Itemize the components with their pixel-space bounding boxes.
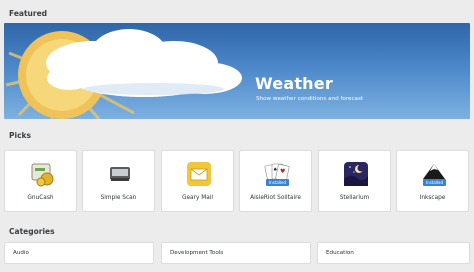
- pick-label: Inkscape: [419, 195, 446, 201]
- featured-subtitle: Show weather conditions and forecast: [256, 96, 364, 102]
- stellarium-icon: [344, 162, 368, 186]
- featured-banner[interactable]: Weather Show weather conditions and fore…: [4, 23, 470, 119]
- svg-text:♥: ♥: [280, 168, 285, 175]
- picks-heading: Picks: [9, 131, 31, 140]
- pick-label: GnuCash: [27, 195, 54, 201]
- pick-tile-simple-scan[interactable]: Simple Scan: [82, 150, 155, 212]
- installed-badge: Installed: [266, 179, 290, 186]
- pick-label: AisleRiot Solitaire: [250, 195, 301, 201]
- pick-label: Simple Scan: [100, 195, 137, 201]
- featured-title: Weather: [255, 74, 333, 93]
- pick-tile-aisleriot[interactable]: ♥ ♠ Installed AisleRiot Solitaire: [239, 150, 312, 212]
- pick-tile-inkscape[interactable]: Installed Inkscape: [396, 150, 469, 212]
- category-audio[interactable]: Audio: [4, 242, 154, 264]
- mail-icon: [187, 162, 211, 186]
- category-label: Education: [326, 250, 354, 256]
- categories-heading: Categories: [9, 227, 55, 236]
- category-label: Development Tools: [170, 250, 224, 256]
- scanner-icon: [110, 167, 130, 181]
- pick-tile-gnucash[interactable]: GnuCash: [4, 150, 77, 212]
- svg-text:♠: ♠: [273, 167, 277, 173]
- gnucash-icon: [31, 163, 54, 187]
- pick-tile-geary-mail[interactable]: Geary Mail: [161, 150, 234, 212]
- pick-label: Stellarium: [339, 195, 370, 201]
- weather-illustration: [5, 29, 242, 119]
- pick-tile-stellarium[interactable]: Stellarium: [318, 150, 391, 212]
- featured-heading: Featured: [9, 9, 48, 18]
- category-development-tools[interactable]: Development Tools: [161, 242, 311, 264]
- category-education[interactable]: Education: [317, 242, 470, 264]
- category-label: Audio: [13, 250, 29, 256]
- installed-badge: Installed: [423, 179, 447, 186]
- pick-label: Geary Mail: [181, 195, 214, 201]
